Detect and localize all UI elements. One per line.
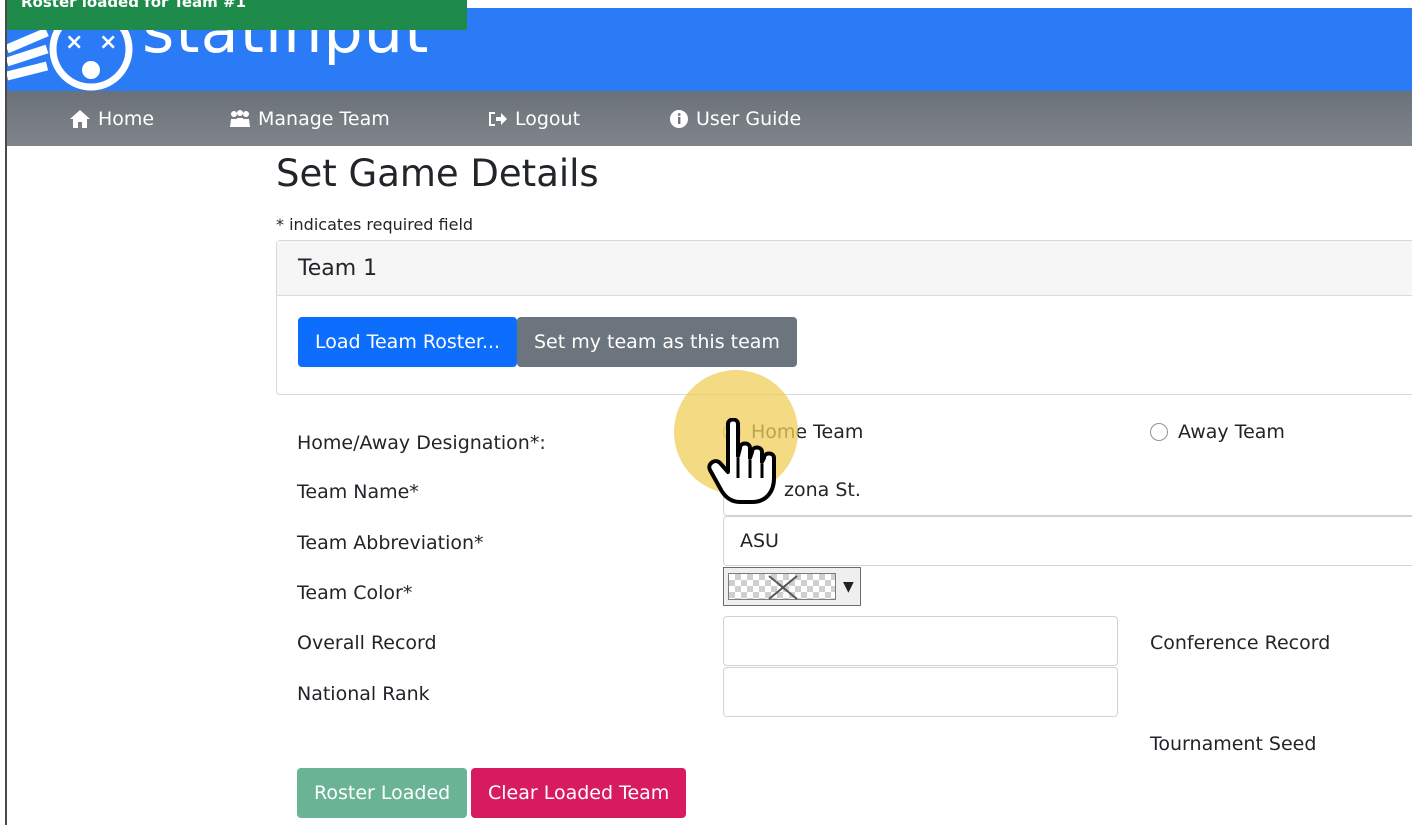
load-team-roster-button[interactable]: Load Team Roster... [298,317,518,367]
away-team-radio-label: Away Team [1178,421,1285,443]
team-name-field[interactable]: zona St. [723,466,1412,516]
required-field-note: * indicates required field [276,215,474,234]
team-card-title: Team 1 [277,241,1412,296]
clear-loaded-team-button[interactable]: Clear Loaded Team [471,768,687,818]
home-team-radio-label: Home Team [751,421,864,443]
page-title: Set Game Details [276,152,599,195]
home-team-radio[interactable]: Home Team [723,421,863,443]
chevron-down-icon: ▼ [843,578,854,595]
conference-record-label: Conference Record [1150,632,1331,654]
nav-user-guide[interactable]: User Guide [669,91,801,146]
team-color-label: Team Color* [297,582,413,604]
national-rank-field[interactable] [723,667,1118,717]
away-team-radio[interactable]: Away Team [1150,421,1285,443]
nav-logout-label: Logout [515,107,581,130]
overall-record-label: Overall Record [297,632,437,654]
away-team-radio-circle[interactable] [1150,423,1168,441]
team-color-picker[interactable]: ▼ [723,567,861,606]
nav-home[interactable]: Home [69,91,154,146]
nav-user-guide-label: User Guide [696,107,802,130]
team-abbreviation-field[interactable]: ASU [723,516,1412,566]
no-color-icon [768,575,798,600]
team-name-label: Team Name* [297,481,419,503]
set-my-team-button[interactable]: Set my team as this team [517,317,797,367]
home-icon [70,109,90,128]
overall-record-field[interactable] [723,616,1118,666]
home-away-label: Home/Away Designation*: [297,432,546,454]
info-icon [670,109,688,128]
roster-loaded-toast: Roster loaded for Team #1 [7,0,467,30]
national-rank-label: National Rank [297,683,430,705]
users-icon [230,109,250,127]
svg-text:×: × [99,30,117,55]
main-nav: Home Manage Team Logout User Guide [7,91,1412,146]
team-abbreviation-value: ASU [740,530,779,552]
nav-manage-team[interactable]: Manage Team [229,91,390,146]
roster-loaded-button[interactable]: Roster Loaded [297,768,468,818]
home-team-radio-circle[interactable] [723,423,741,441]
tournament-seed-label: Tournament Seed [1150,733,1317,755]
svg-text:×: × [65,30,83,55]
nav-manage-team-label: Manage Team [258,107,390,130]
nav-home-label: Home [98,107,155,130]
window-left-edge [5,0,7,825]
team-name-value: zona St. [784,479,861,501]
logout-icon [489,111,507,126]
nav-logout[interactable]: Logout [488,91,580,146]
color-swatch [728,573,836,600]
team-abbreviation-label: Team Abbreviation* [297,532,484,554]
